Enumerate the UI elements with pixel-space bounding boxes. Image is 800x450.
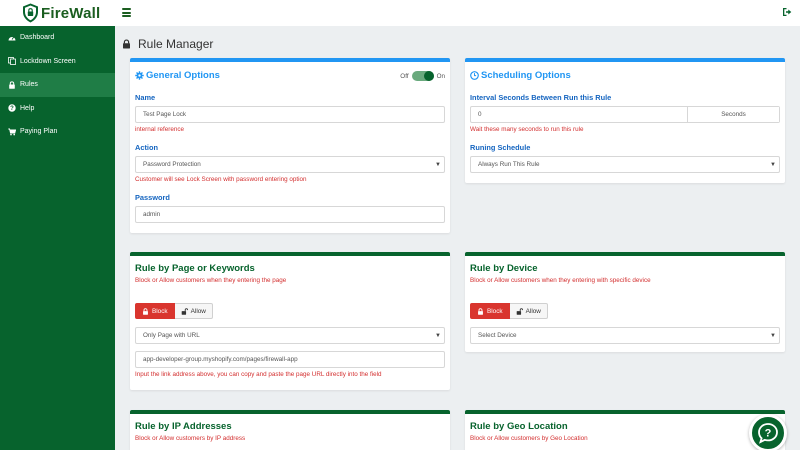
general-options-title: General Options <box>135 70 220 81</box>
geo-rule-card: Rule by Geo Location Block or Allow cust… <box>465 410 785 450</box>
page-rule-mode-toggle: Block Allow <box>135 303 213 319</box>
device-select[interactable]: Select Device ▼ <box>470 327 780 344</box>
scheduling-options-card: Scheduling Options Interval Seconds Betw… <box>465 58 785 183</box>
chevron-down-icon: ▼ <box>435 162 441 168</box>
action-help: Customer will see Lock Screen with passw… <box>135 176 307 183</box>
dashboard-icon <box>8 36 16 41</box>
device-rule-mode-toggle: Block Allow <box>470 303 548 319</box>
page-url-help: Input the link address above, you can co… <box>135 371 382 378</box>
device-rule-title: Rule by Device <box>470 263 538 274</box>
hamburger-icon[interactable] <box>122 8 131 17</box>
help-chat-button[interactable]: ? <box>749 414 787 450</box>
ip-rule-subtitle: Block or Allow customers by IP address <box>135 435 246 442</box>
action-label: Action <box>135 143 158 152</box>
chevron-down-icon: ▼ <box>435 333 441 339</box>
name-label: Name <box>135 93 156 102</box>
geo-rule-subtitle: Block or Allow customers by Geo Location <box>470 435 588 442</box>
enable-toggle-group: Off On <box>400 71 445 81</box>
svg-text:?: ? <box>10 106 14 112</box>
password-label: Password <box>135 193 170 202</box>
general-options-card: General Options Off On Name Test Page Lo… <box>130 58 450 233</box>
ip-rule-card: Rule by IP Addresses Block or Allow cust… <box>130 410 450 450</box>
name-input[interactable]: Test Page Lock <box>135 106 445 123</box>
brand-name: FireWall <box>41 4 101 22</box>
password-input[interactable]: admin <box>135 206 445 223</box>
interval-input[interactable]: 0 Seconds <box>470 106 780 123</box>
sidebar-item-label: Rules <box>20 81 38 89</box>
sidebar-item-label: Dashboard <box>20 34 55 42</box>
page-rule-card: Rule by Page or Keywords Block or Allow … <box>130 252 450 390</box>
name-help: internal reference <box>135 126 185 133</box>
sidebar-item-lockdown-screen[interactable]: Lockdown Screen <box>0 50 115 74</box>
clock-icon <box>470 71 479 80</box>
unlock-icon <box>181 307 188 315</box>
enable-toggle[interactable] <box>411 71 434 81</box>
page-url-input[interactable]: app-developer-group.myshopify.com/pages/… <box>135 351 445 368</box>
toggle-off-label: Off <box>400 72 409 80</box>
page-rule-subtitle: Block or Allow customers when they enter… <box>135 277 287 284</box>
shield-lock-icon <box>23 3 38 23</box>
sidebar-item-help[interactable]: ? Help <box>0 97 115 121</box>
device-select-value: Select Device <box>478 332 517 339</box>
toggle-on-label: On <box>436 72 445 80</box>
sidebar-item-paying-plan[interactable]: Paying Plan <box>0 120 115 144</box>
allow-button[interactable]: Allow <box>174 303 213 319</box>
logout-icon[interactable] <box>782 7 792 17</box>
block-button[interactable]: Block <box>470 303 510 319</box>
action-select[interactable]: Password Protection ▼ <box>135 156 445 173</box>
sidebar-item-label: Help <box>20 104 35 112</box>
schedule-label: Runing Schedule <box>470 143 531 152</box>
scheduling-options-title: Scheduling Options <box>470 70 571 81</box>
page-match-value: Only Page with URL <box>143 332 200 339</box>
cart-icon <box>8 128 16 136</box>
svg-text:?: ? <box>765 427 772 439</box>
gear-icon <box>135 71 144 80</box>
top-bar: FireWall <box>0 0 800 26</box>
lock-icon <box>9 81 15 89</box>
page-rule-title: Rule by Page or Keywords <box>135 263 255 274</box>
page-title-text: Rule Manager <box>138 37 214 51</box>
chevron-down-icon: ▼ <box>770 333 776 339</box>
lock-icon <box>478 307 483 315</box>
interval-value: 0 <box>478 111 482 118</box>
question-icon: ? <box>8 104 16 112</box>
schedule-select-value: Always Run This Rule <box>478 161 540 168</box>
sidebar-item-label: Paying Plan <box>20 128 58 136</box>
device-rule-card: Rule by Device Block or Allow customers … <box>465 252 785 352</box>
sidebar-item-dashboard[interactable]: Dashboard <box>0 26 115 50</box>
unlock-icon <box>516 307 523 315</box>
brand-logo[interactable]: FireWall <box>22 3 100 23</box>
sidebar-item-rules[interactable]: Rules <box>0 73 115 97</box>
interval-help: Wait these many seconds to run this rule <box>470 126 584 133</box>
sidebar: Dashboard Lockdown Screen Rules ? Help P… <box>0 26 115 450</box>
ip-rule-title: Rule by IP Addresses <box>135 421 232 432</box>
allow-button[interactable]: Allow <box>509 303 548 319</box>
lock-icon <box>123 39 130 49</box>
geo-rule-title: Rule by Geo Location <box>470 421 568 432</box>
interval-label: Interval Seconds Between Run this Rule <box>470 93 612 102</box>
chevron-down-icon: ▼ <box>770 162 776 168</box>
lock-icon <box>143 307 148 315</box>
block-button[interactable]: Block <box>135 303 175 319</box>
help-chat-icon: ? <box>758 423 778 444</box>
seconds-addon: Seconds <box>687 107 779 122</box>
page-match-select[interactable]: Only Page with URL ▼ <box>135 327 445 344</box>
device-rule-subtitle: Block or Allow customers when they enter… <box>470 277 651 284</box>
action-select-value: Password Protection <box>143 161 201 168</box>
page-title: Rule Manager <box>122 37 213 51</box>
copy-icon <box>8 57 16 66</box>
sidebar-item-label: Lockdown Screen <box>20 57 76 65</box>
schedule-select[interactable]: Always Run This Rule ▼ <box>470 156 780 173</box>
